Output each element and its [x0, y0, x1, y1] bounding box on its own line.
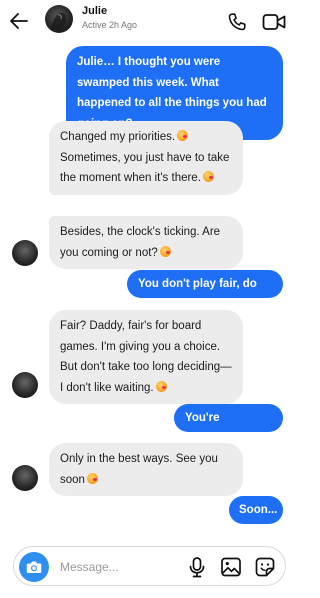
avatar[interactable] [12, 465, 38, 491]
avatar[interactable] [12, 372, 38, 398]
microphone-icon[interactable] [186, 556, 208, 578]
chat-header: Julie Active 2h Ago [0, 0, 299, 44]
flushed-emoji-icon [159, 245, 171, 257]
active-status: Active 2h Ago [82, 20, 138, 30]
phone-icon[interactable] [226, 11, 248, 33]
sticker-icon[interactable] [254, 556, 276, 578]
avatar[interactable] [12, 240, 38, 266]
message-bubble-incoming[interactable]: Changed my priorities. Sometimes, you ju… [49, 121, 243, 195]
message-bubble-incoming[interactable]: Besides, the clock's ticking. Are you co… [49, 216, 243, 269]
kiss-emoji-icon [86, 472, 98, 484]
camera-icon [26, 561, 42, 573]
avatar[interactable] [45, 5, 73, 33]
video-camera-icon[interactable] [262, 12, 286, 32]
message-bubble-outgoing[interactable]: You don't play fair, do you? [127, 270, 283, 311]
flushed-emoji-icon [177, 130, 189, 141]
kiss-emoji-icon [202, 171, 214, 182]
contact-name[interactable]: Julie [82, 5, 107, 17]
kiss-emoji-icon [155, 380, 167, 392]
image-icon[interactable] [220, 556, 242, 578]
message-bubble-incoming[interactable]: Fair? Daddy, fair's for board games. I'm… [49, 310, 243, 404]
message-bubble-outgoing[interactable]: You're dangerous [174, 404, 283, 445]
message-input[interactable] [60, 558, 180, 576]
arrow-left-icon[interactable] [8, 10, 30, 32]
message-bubble-incoming[interactable]: Only in the best ways. See you soon [49, 443, 243, 496]
message-bubble-outgoing[interactable]: Soon... [229, 496, 283, 524]
message-composer [13, 546, 286, 586]
camera-button[interactable] [19, 552, 49, 582]
chat-screen: Julie Active 2h Ago Julie… I thought you… [0, 0, 299, 598]
